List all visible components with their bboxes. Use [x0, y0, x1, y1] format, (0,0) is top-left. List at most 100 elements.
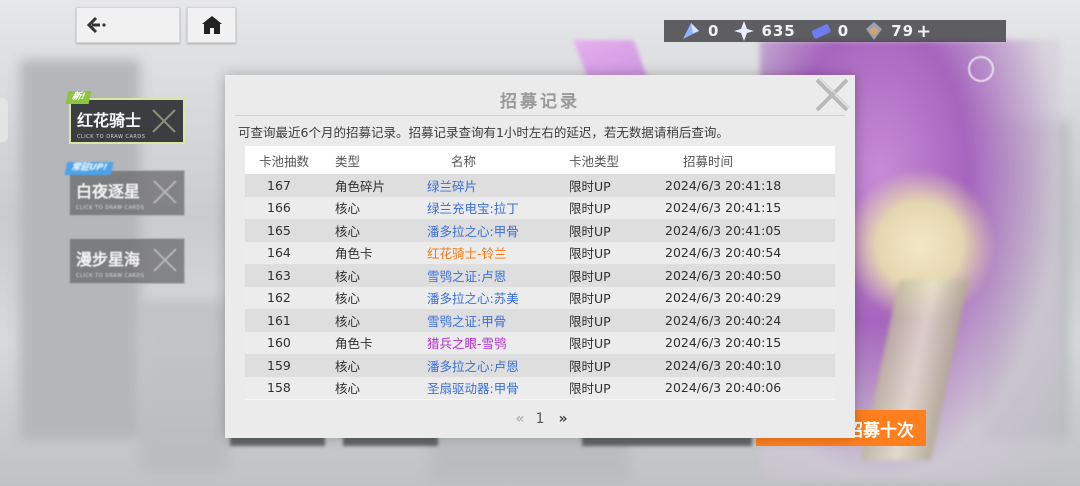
type-cell: 核心	[335, 381, 361, 397]
type-cell: 角色碎片	[335, 178, 386, 194]
table-row: 165 核心 潘多拉之心:甲骨 限时UP 2024/6/3 20:41:05	[245, 219, 835, 242]
type-cell: 核心	[335, 223, 361, 239]
premium-gem-icon	[866, 22, 883, 40]
name-cell: 猎兵之眼-雪鸮	[427, 336, 507, 352]
type-cell: 核心	[335, 313, 361, 329]
prev-page-button[interactable]: «	[515, 411, 524, 427]
time-cell: 2024/6/3 20:40:50	[665, 267, 782, 283]
time-cell: 2024/6/3 20:40:29	[665, 290, 782, 306]
banner-emblem-icon	[153, 180, 177, 204]
banner-item-red-flower-knight[interactable]: 新! 红花骑士 CLICK TO DRAW CARDS	[65, 91, 185, 144]
recruit-history-dialog: 招募记录 可查询最近6个月的招募记录。招募记录查询有1小时左右的延迟，若无数据请…	[225, 75, 855, 438]
history-table: 卡池抽数 类型 名称 卡池类型 招募时间 167 角色碎片 绿兰碎片 限时UP 2024…	[245, 146, 835, 400]
time-cell: 2024/6/3 20:40:54	[665, 245, 782, 261]
currency-bar: 0 635 0 79 +	[664, 20, 1006, 42]
currency-value: 0	[837, 22, 850, 40]
pool-type-cell: 限时UP	[569, 268, 611, 284]
banner-emblem-icon	[152, 109, 176, 133]
star-crystal-icon	[734, 21, 755, 41]
table-row: 162 核心 潘多拉之心:苏美 限时UP 2024/6/3 20:40:29	[245, 286, 835, 309]
pull-count-cell: 160	[267, 335, 291, 351]
pull-count-cell: 167	[267, 177, 291, 193]
currency-value: 635	[761, 22, 796, 40]
column-header-time: 招募时间	[683, 153, 734, 169]
pool-type-cell: 限时UP	[569, 246, 611, 262]
ticket-icon	[811, 24, 831, 39]
current-page: 1	[535, 411, 545, 427]
table-row: 167 角色碎片 绿兰碎片 限时UP 2024/6/3 20:41:18	[245, 174, 835, 197]
pool-type-cell: 限时UP	[569, 381, 611, 397]
home-button[interactable]	[187, 7, 236, 43]
pool-type-cell: 限时UP	[569, 336, 611, 352]
dialog-title: 招募记录	[500, 92, 580, 112]
name-cell: 雪鸮之证:甲骨	[427, 313, 507, 329]
rate-up-tag: 常驻UP!	[64, 162, 114, 175]
currency-value: 0	[708, 22, 720, 40]
add-currency-button[interactable]: +	[916, 21, 932, 42]
name-cell: 红花骑士-铃兰	[427, 246, 507, 262]
type-cell: 核心	[335, 201, 361, 217]
pull-count-cell: 162	[267, 290, 291, 306]
pool-type-cell: 限时UP	[569, 291, 611, 307]
column-header-type: 类型	[335, 153, 361, 169]
type-cell: 核心	[335, 268, 361, 284]
name-cell: 潘多拉之心:卢恩	[427, 358, 519, 374]
name-cell: 雪鸮之证:卢恩	[427, 268, 507, 284]
table-row: 164 角色卡 红花骑士-铃兰 限时UP 2024/6/3 20:40:54	[245, 241, 835, 264]
name-cell: 潘多拉之心:甲骨	[427, 223, 519, 239]
pull-count-cell: 159	[267, 357, 291, 373]
pull-count-cell: 166	[267, 200, 291, 216]
draw-ten-label: 招募十次	[846, 420, 914, 441]
table-row: 166 核心 绿兰充电宝:拉丁 限时UP 2024/6/3 20:41:15	[245, 196, 835, 219]
pool-type-cell: 限时UP	[569, 178, 611, 194]
time-cell: 2024/6/3 20:41:18	[665, 177, 782, 193]
time-cell: 2024/6/3 20:41:05	[665, 222, 782, 238]
currency-value: 79	[891, 22, 915, 40]
name-cell: 绿兰充电宝:拉丁	[427, 201, 519, 217]
table-row: 163 核心 雪鸮之证:卢恩 限时UP 2024/6/3 20:40:50	[245, 264, 835, 287]
time-cell: 2024/6/3 20:40:15	[665, 335, 782, 351]
time-cell: 2024/6/3 20:40:24	[665, 312, 782, 328]
type-cell: 核心	[335, 358, 361, 374]
currency-star-crystal: 635	[733, 20, 795, 42]
column-header-pull-count: 卡池抽数	[259, 153, 310, 169]
info-icon[interactable]	[968, 56, 994, 82]
currency-premium-gem: 79 +	[863, 20, 932, 42]
pagination: « 1 »	[225, 411, 855, 427]
table-row: 159 核心 潘多拉之心:卢恩 限时UP 2024/6/3 20:40:10	[245, 354, 835, 377]
name-cell: 绿兰碎片	[427, 178, 478, 194]
close-icon[interactable]	[811, 74, 853, 116]
next-page-button[interactable]: »	[558, 411, 567, 427]
pool-type-cell: 限时UP	[569, 358, 611, 374]
type-cell: 角色卡	[335, 336, 373, 352]
pool-type-cell: 限时UP	[569, 201, 611, 217]
name-cell: 圣扇驱动器:甲骨	[427, 381, 519, 397]
column-header-name: 名称	[451, 153, 477, 169]
table-row: 158 核心 圣扇驱动器:甲骨 限时UP 2024/6/3 20:40:06	[245, 376, 835, 399]
name-cell: 潘多拉之心:苏美	[427, 291, 519, 307]
table-row: 161 核心 雪鸮之证:甲骨 限时UP 2024/6/3 20:40:24	[245, 309, 835, 332]
pull-count-cell: 158	[267, 380, 291, 396]
table-row: 160 角色卡 猎兵之眼-雪鸮 限时UP 2024/6/3 20:40:15	[245, 331, 835, 354]
currency-ticket: 0	[810, 20, 849, 42]
pool-type-cell: 限时UP	[569, 313, 611, 329]
banner-item-white-night[interactable]: 常驻UP! 白夜逐星 CLICK TO DRAW CARDS	[64, 162, 185, 216]
pull-count-cell: 165	[267, 222, 291, 238]
column-header-pool-type: 卡池类型	[569, 153, 620, 169]
home-icon	[201, 16, 222, 34]
new-tag: 新!	[65, 91, 92, 104]
crystal-shard-icon	[683, 23, 699, 39]
pull-count-cell: 163	[267, 267, 291, 283]
side-drawer-handle[interactable]	[0, 98, 8, 142]
banner-emblem-icon	[153, 248, 177, 272]
time-cell: 2024/6/3 20:41:15	[665, 200, 782, 216]
banner-item-starry-walk[interactable]: 漫步星海 CLICK TO DRAW CARDS	[69, 238, 185, 284]
title-divider	[235, 115, 845, 116]
pool-type-cell: 限时UP	[569, 223, 611, 239]
pull-count-cell: 164	[267, 245, 291, 261]
currency-crystal-shard: 0	[680, 20, 719, 42]
back-arrow-icon	[87, 16, 106, 34]
table-header-row: 卡池抽数 类型 名称 卡池类型 招募时间	[245, 146, 835, 174]
time-cell: 2024/6/3 20:40:06	[665, 380, 782, 396]
back-button[interactable]	[76, 7, 180, 43]
